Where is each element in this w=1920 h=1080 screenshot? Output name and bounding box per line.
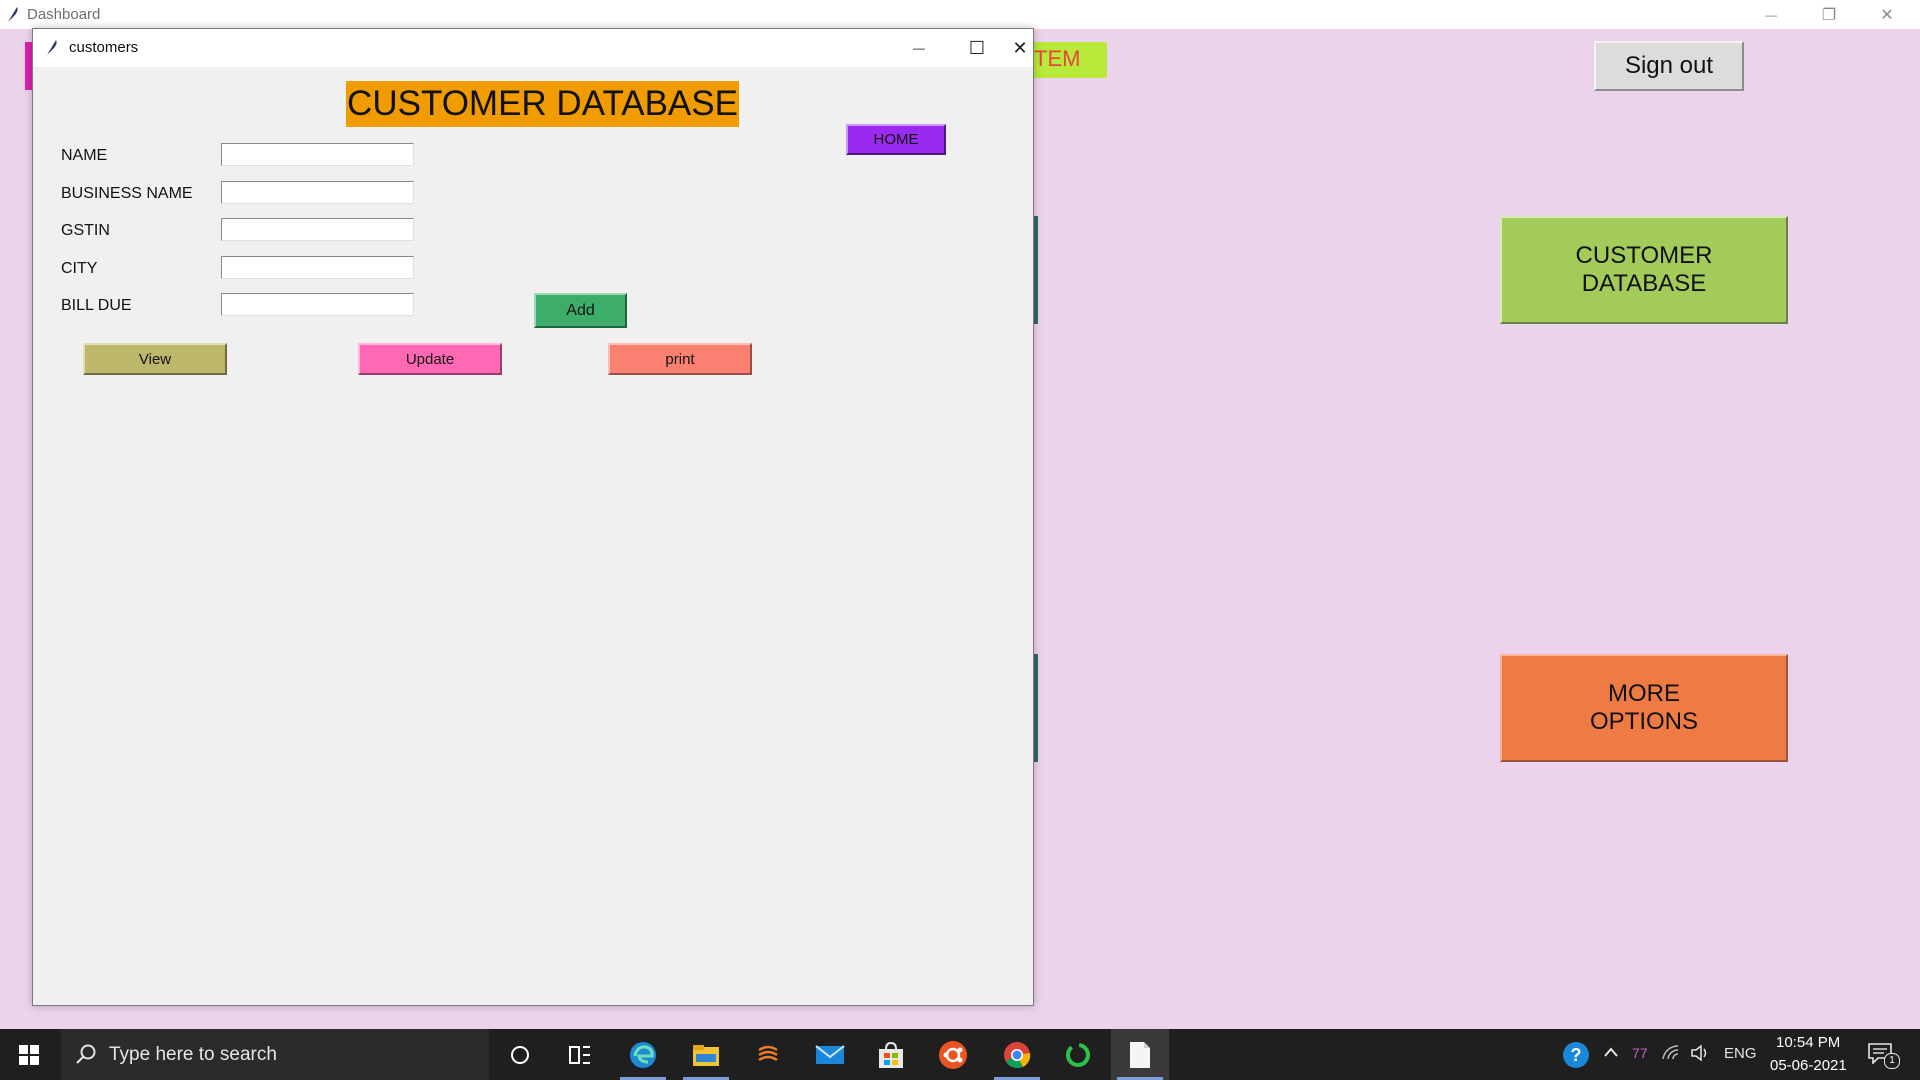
customers-maximize-button[interactable]: ☐ (949, 29, 1005, 67)
bill-due-input[interactable] (221, 293, 414, 316)
customers-window-title: customers (69, 39, 139, 56)
cortana-icon (511, 1045, 529, 1064)
windows-logo-icon (19, 1044, 39, 1065)
close-icon: ✕ (1880, 6, 1894, 24)
customer-database-button[interactable]: CUSTOMER DATABASE (1500, 216, 1788, 324)
help-icon: ? (1563, 1042, 1589, 1068)
taskbar-notepad[interactable] (1111, 1029, 1169, 1080)
name-input[interactable] (221, 143, 414, 166)
minimize-button[interactable]: — (1742, 0, 1800, 29)
taskbar-chrome[interactable] (988, 1029, 1046, 1080)
taskbar-sublime[interactable] (739, 1029, 797, 1080)
help-tray-button[interactable]: ? (1562, 1041, 1590, 1074)
taskbar-ubuntu[interactable] (924, 1029, 982, 1080)
tk-feather-icon (8, 7, 18, 22)
mail-icon (815, 1044, 845, 1064)
view-button[interactable]: View (83, 343, 227, 375)
taskbar-green-app[interactable] (1049, 1029, 1107, 1080)
business-name-label: BUSINESS NAME (61, 185, 193, 202)
taskbar: Type here to search ? 77 ENG 10:54 PM 05… (0, 1029, 1920, 1080)
tk-feather-icon (47, 40, 57, 55)
taskbar-search-box[interactable]: Type here to search (61, 1029, 489, 1080)
taskbar-task-view[interactable] (551, 1029, 609, 1080)
clock-time[interactable]: 10:54 PM (1776, 1034, 1840, 1051)
show-hidden-icons-button[interactable] (1603, 1044, 1619, 1065)
sublime-icon (758, 1045, 778, 1061)
taskbar-file-explorer[interactable] (677, 1029, 735, 1080)
taskbar-cortana[interactable] (491, 1029, 549, 1080)
close-button[interactable]: ✕ (1858, 0, 1916, 29)
store-icon (879, 1041, 903, 1068)
maximize-icon: ☐ (968, 37, 986, 58)
search-icon (76, 1044, 96, 1064)
name-label: NAME (61, 147, 108, 164)
gstin-input[interactable] (221, 218, 414, 241)
speaker-icon (1691, 1044, 1707, 1062)
action-center-button[interactable]: 1 (1868, 1042, 1900, 1070)
dashboard-titlebar[interactable]: Dashboard — ❐ ✕ (0, 0, 1920, 29)
search-placeholder: Type here to search (109, 1044, 277, 1065)
minimize-icon: — (913, 41, 925, 55)
sign-out-button[interactable]: Sign out (1594, 41, 1744, 91)
chrome-icon (1004, 1041, 1031, 1068)
notepad-icon (1130, 1041, 1150, 1068)
customers-window: customers — ☐ ✕ CUSTOMER DATABASE HOME N… (32, 28, 1034, 1006)
more-options-button[interactable]: MORE OPTIONS (1500, 654, 1788, 762)
svg-text:?: ? (1571, 1045, 1582, 1065)
city-input[interactable] (221, 256, 414, 279)
language-indicator[interactable]: ENG (1724, 1045, 1757, 1062)
customers-minimize-button[interactable]: — (891, 29, 947, 67)
file-explorer-icon (693, 1044, 719, 1066)
task-view-icon (569, 1045, 590, 1064)
minimize-icon: — (1765, 7, 1777, 22)
add-button[interactable]: Add (534, 293, 627, 328)
print-button[interactable]: print (608, 343, 752, 375)
city-label: CITY (61, 260, 98, 277)
taskbar-edge[interactable] (614, 1029, 672, 1080)
gstin-label: GSTIN (61, 222, 110, 239)
customers-close-button[interactable]: ✕ (1007, 29, 1033, 67)
customers-titlebar[interactable]: customers — ☐ ✕ (33, 29, 1033, 67)
start-button[interactable] (0, 1029, 58, 1080)
taskbar-mail[interactable] (801, 1029, 859, 1080)
clock-date[interactable]: 05-06-2021 (1770, 1057, 1847, 1074)
business-name-input[interactable] (221, 181, 414, 204)
dashboard-hidden-button-edge[interactable] (1034, 216, 1038, 324)
restore-button[interactable]: ❐ (1800, 0, 1858, 29)
dashboard-hidden-button-edge[interactable] (1034, 654, 1038, 762)
ubuntu-icon (939, 1040, 967, 1069)
app-green-ring-icon (1066, 1042, 1090, 1067)
customer-database-heading: CUSTOMER DATABASE (346, 81, 739, 127)
notification-badge: 1 (1884, 1053, 1900, 1069)
chevron-up-icon (1604, 1047, 1618, 1057)
dashboard-system-label: TEM (1030, 42, 1107, 78)
volume-tray-button[interactable] (1690, 1043, 1710, 1068)
taskbar-store[interactable] (862, 1029, 920, 1080)
home-button[interactable]: HOME (846, 124, 946, 155)
tray-counter[interactable]: 77 (1632, 1045, 1648, 1061)
restore-icon: ❐ (1821, 6, 1837, 24)
wifi-icon (1662, 1045, 1679, 1060)
close-icon: ✕ (1012, 37, 1028, 58)
network-tray-button[interactable] (1662, 1044, 1680, 1067)
bill-due-label: BILL DUE (61, 297, 132, 314)
update-button[interactable]: Update (358, 343, 502, 375)
edge-icon (630, 1041, 656, 1068)
dashboard-title: Dashboard (27, 6, 101, 23)
